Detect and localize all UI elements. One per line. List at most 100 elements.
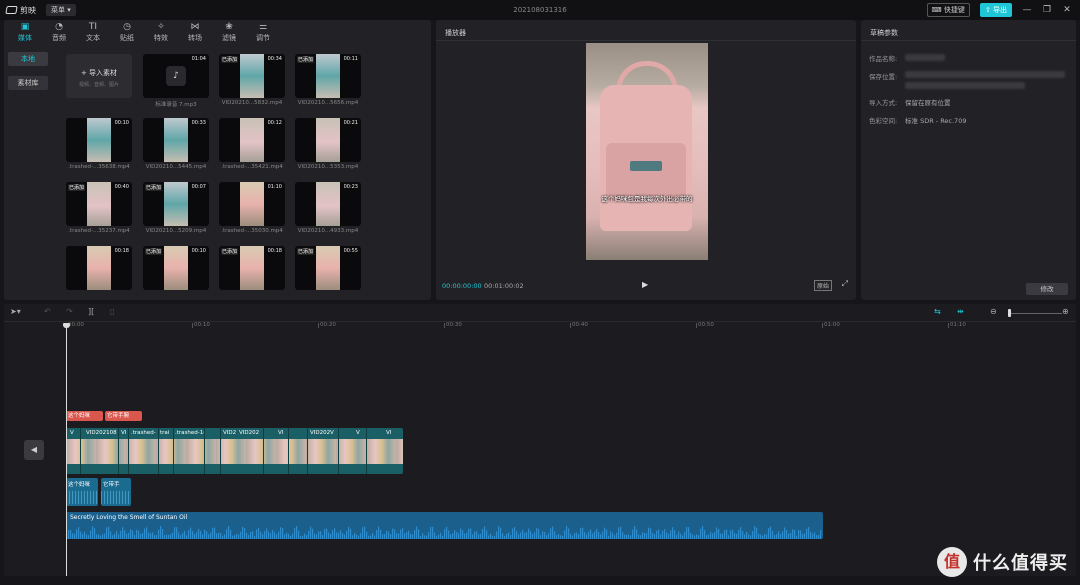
save-location-blurred [905, 82, 1025, 89]
tab-label: 调节 [256, 34, 270, 42]
media-filename: VID20210...5832.mp4 [221, 100, 283, 106]
fullscreen-icon[interactable]: ⤢ [842, 279, 848, 289]
filter-icon: ❀ [225, 22, 233, 32]
aspect-ratio-button[interactable]: 原始 [813, 280, 832, 291]
capcut-logo-icon [5, 6, 18, 14]
voice-clip[interactable]: 它带手 [101, 478, 131, 506]
import-hint: 视频、音频、图片 [78, 82, 119, 88]
save-location-blurred [905, 71, 1065, 78]
video-track[interactable]: V VID202108 VI .trashed- trai .trashed-1… [66, 428, 403, 474]
media-item[interactable]: 01:10 [219, 182, 285, 226]
tab-effects[interactable]: ✧ 特效 [146, 20, 176, 44]
tick-label: 00:30 [444, 322, 462, 328]
title-bar: 剪映 菜单 ▾ 202108031316 ⌨ 快捷键 ⇧ 导出 — ❐ ✕ [0, 0, 1080, 20]
media-item[interactable]: 00:12 [219, 118, 285, 162]
save-location-label: 保存位置: [869, 73, 898, 81]
document-title: 202108031316 [513, 6, 567, 14]
media-item[interactable]: 已添加 00:34 [219, 54, 285, 98]
tab-filter[interactable]: ❀ 滤镜 [214, 20, 244, 44]
video-clip-label: VID202 [310, 430, 331, 436]
minimize-icon[interactable]: — [1022, 5, 1032, 15]
media-tab-bar: ▣ 媒体 ◔ 音频 TI 文本 ◷ 贴纸 ✧ 特效 ⋈ 转场 ❀ 滤镜 ⚌ 调节 [4, 20, 431, 44]
media-item[interactable]: ♪ 01:04 [143, 54, 209, 98]
tab-sticker[interactable]: ◷ 贴纸 [112, 20, 142, 44]
voice-clip[interactable]: 这个妈咪 [66, 478, 98, 506]
effects-icon: ✧ [157, 22, 165, 32]
media-item[interactable]: 00:33 [143, 118, 209, 162]
link-icon[interactable]: ⇆ [934, 307, 941, 316]
media-filename: VID20210...5656.mp4 [297, 100, 359, 106]
tab-audio[interactable]: ◔ 音频 [44, 20, 74, 44]
keyboard-icon: ⌨ [931, 6, 942, 14]
zoom-slider[interactable] [1010, 313, 1062, 314]
video-clip-label: VI [278, 430, 284, 436]
text-clip[interactable]: 它带手腕 [105, 411, 142, 421]
edit-button[interactable]: 修改 [1026, 283, 1068, 295]
time-ruler[interactable]: 00:00 00:10 00:20 00:30 00:40 00:50 01:0… [4, 322, 1076, 332]
text-clip[interactable]: 这个妈咪 [66, 411, 103, 421]
tab-text[interactable]: TI 文本 [78, 20, 108, 44]
media-filename: VID20210...5353.mp4 [297, 164, 359, 170]
duration: 00:23 [343, 184, 358, 190]
tick-label: 00:50 [696, 322, 714, 328]
export-icon: ⇧ [984, 6, 991, 14]
sidebar-item-library[interactable]: 素材库 [8, 76, 48, 90]
mute-track-button[interactable]: ◀ [24, 440, 44, 460]
playhead[interactable] [66, 324, 67, 576]
media-item[interactable]: 00:23 [295, 182, 361, 226]
color-space-value: 标准 SDR - Rec.709 [905, 117, 967, 125]
sidebar-item-local[interactable]: 本地 [8, 52, 48, 66]
media-item[interactable]: 00:21 [295, 118, 361, 162]
maximize-icon[interactable]: ❐ [1042, 5, 1052, 15]
tab-adjust[interactable]: ⚌ 调节 [248, 20, 278, 44]
tab-label: 转场 [188, 34, 202, 42]
media-filename: .trashed-...35421.mp4 [221, 164, 283, 170]
import-label: 导入素材 [89, 69, 118, 77]
export-button[interactable]: ⇧ 导出 [979, 3, 1012, 17]
undo-icon[interactable]: ↶ [44, 307, 51, 316]
timeline-panel: ➤▾ ↶ ↷ ][ ▯ ⇆ ⇹ ⊖ ⊕ 00:00 00:10 00:20 00… [4, 304, 1076, 576]
media-item[interactable]: 已添加 00:11 [295, 54, 361, 98]
zoom-out-icon[interactable]: ⊖ [990, 307, 997, 316]
duration: 00:10 [114, 120, 129, 126]
player-panel: 播放器 这个妈咪包是我每次外出必带的 00:00:00:00 00:01:00:… [436, 20, 856, 300]
video-clip-label: VID202 [239, 430, 260, 436]
zoom-in-icon[interactable]: ⊕ [1062, 307, 1069, 316]
plus-icon: + [80, 69, 87, 77]
music-clip[interactable]: Secretly Loving the Smell of Suntan Oil [66, 512, 823, 539]
zoom-slider-handle[interactable] [1008, 309, 1011, 317]
music-clip-title: Secretly Loving the Smell of Suntan Oil [70, 514, 188, 521]
video-clip-label: V [70, 430, 74, 436]
media-item[interactable]: 已添加 00:07 [143, 182, 209, 226]
select-tool-icon[interactable]: ➤▾ [10, 307, 21, 316]
media-item[interactable]: 00:18 [66, 246, 132, 290]
redo-icon[interactable]: ↷ [66, 307, 73, 316]
media-item[interactable]: 已添加 00:18 [219, 246, 285, 290]
close-icon[interactable]: ✕ [1062, 5, 1072, 15]
added-badge: 已添加 [297, 248, 315, 255]
duration: 01:10 [267, 184, 282, 190]
shortcut-button[interactable]: ⌨ 快捷键 [926, 3, 970, 17]
media-item[interactable]: 00:10 [66, 118, 132, 162]
media-item[interactable]: 已添加 00:55 [295, 246, 361, 290]
video-clip-label: trai [160, 430, 170, 436]
current-timecode: 00:00:00:00 [442, 282, 482, 290]
tab-media[interactable]: ▣ 媒体 [10, 20, 40, 44]
duration: 00:33 [191, 120, 206, 126]
media-item[interactable]: 已添加 00:10 [143, 246, 209, 290]
tab-transition[interactable]: ⋈ 转场 [180, 20, 210, 44]
video-preview[interactable]: 这个妈咪包是我每次外出必带的 [586, 43, 708, 260]
menu-button[interactable]: 菜单 ▾ [46, 4, 76, 16]
import-button[interactable]: + 导入素材 视频、音频、图片 [66, 54, 132, 98]
app-window: 剪映 菜单 ▾ 202108031316 ⌨ 快捷键 ⇧ 导出 — ❐ ✕ ▣ 媒… [0, 0, 1080, 585]
snap-icon[interactable]: ⇹ [957, 307, 964, 316]
import-mode-label: 导入方式: [869, 99, 898, 107]
delete-icon[interactable]: ▯ [110, 307, 114, 316]
watermark-text: 什么值得买 [973, 553, 1068, 574]
play-icon[interactable]: ▶ [642, 280, 648, 289]
voice-clip-label: 它带手 [103, 482, 120, 488]
media-grid: + 导入素材 视频、音频、图片 ♪ 01:04 标准录音 7.mp3 已添加 0… [60, 52, 430, 297]
menu-label: 菜单 [51, 6, 65, 14]
split-icon[interactable]: ][ [88, 307, 94, 316]
media-item[interactable]: 已添加 00:40 [66, 182, 132, 226]
